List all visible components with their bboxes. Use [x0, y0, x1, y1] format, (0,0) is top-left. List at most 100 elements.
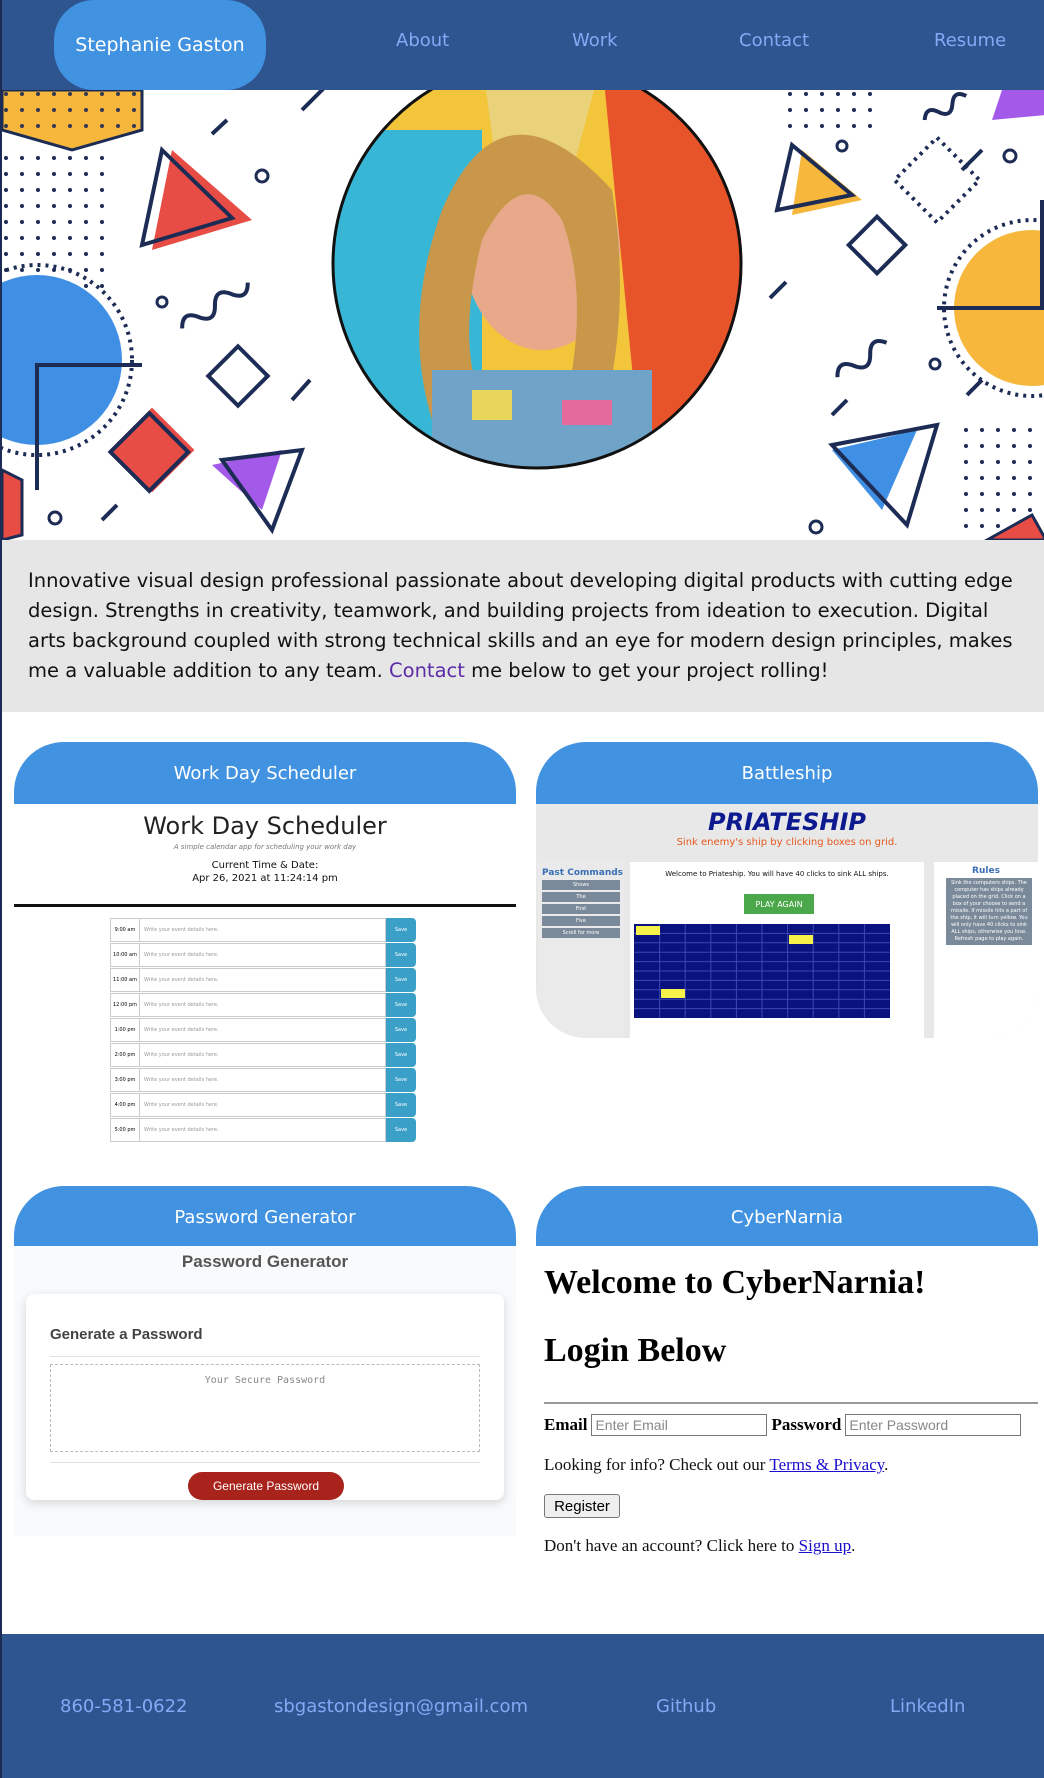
battleship-logo: PRIATESHIP [708, 808, 866, 836]
footer-github-link[interactable]: Github [656, 1696, 716, 1717]
signup-text: Don't have an account? Click here to Sig… [544, 1536, 856, 1555]
nav-link-work[interactable]: Work [572, 30, 618, 51]
event-input[interactable]: Write your event details here. [140, 1068, 386, 1092]
nav-link-about[interactable]: About [396, 30, 449, 51]
time-label: Current Time & Date: [211, 860, 319, 871]
game-grid[interactable] [634, 924, 890, 1018]
terms-privacy-link[interactable]: Terms & Privacy [769, 1455, 884, 1474]
register-button[interactable]: Register [544, 1494, 620, 1518]
info-text: Looking for info? Check out our Terms & … [544, 1455, 889, 1474]
project-preview-password-generator[interactable]: Password Generator Generate a Password Y… [14, 1246, 516, 1536]
hour-label: 12:00 pm [110, 993, 140, 1017]
password-box-title: Generate a Password [50, 1326, 203, 1343]
battleship-tagline: Sink enemy's ship by clicking boxes on g… [676, 837, 898, 848]
time-slot-row: 4:00 pm Write your event details here. Sav… [110, 1093, 416, 1117]
top-nav: Stephanie Gaston About Work Contact Resu… [2, 0, 1044, 90]
save-button[interactable]: Save [386, 993, 416, 1017]
project-preview-work-day-scheduler[interactable]: Work Day Scheduler A simple calendar app… [14, 804, 516, 1154]
play-again-button[interactable]: PLAY AGAIN [744, 894, 814, 914]
nav-link-resume[interactable]: Resume [934, 30, 1006, 51]
save-button[interactable]: Save [386, 968, 416, 992]
game-welcome: Welcome to Priateship. You will have 40 … [665, 870, 889, 878]
generate-password-button[interactable]: Generate Password [188, 1472, 344, 1500]
project-title-cybernarnia[interactable]: CyberNarnia [536, 1186, 1038, 1248]
command-item: Scroll for more [542, 928, 620, 938]
save-button[interactable]: Save [386, 943, 416, 967]
hero-banner [2, 90, 1044, 540]
divider [14, 904, 516, 907]
footer-email[interactable]: sbgastondesign@gmail.com [274, 1696, 528, 1717]
email-label: Email [544, 1415, 588, 1434]
project-title-work-day-scheduler[interactable]: Work Day Scheduler [14, 742, 516, 804]
save-button[interactable]: Save [386, 1118, 416, 1142]
contact-link[interactable]: Contact [389, 659, 465, 682]
save-button[interactable]: Save [386, 1068, 416, 1092]
event-input[interactable]: Write your event details here. [140, 1043, 386, 1067]
password-heading: Password Generator [181, 1252, 349, 1271]
scheduler-heading: Work Day Scheduler [143, 812, 387, 840]
hour-label: 9:00 am [110, 918, 140, 942]
rules-title: Rules [972, 866, 1000, 876]
signup-text-part: Don't have an account? Click here to [544, 1536, 799, 1555]
sign-up-link[interactable]: Sign up [799, 1536, 851, 1555]
scheduler-subtitle: A simple calendar app for scheduling you… [173, 843, 357, 851]
time-slot-row: 12:00 pm Write your event details here. Sa… [110, 993, 416, 1017]
password-card: Generate a Password Your Secure Password… [26, 1294, 504, 1500]
divider [544, 1402, 1038, 1404]
game-panel: Welcome to Priateship. You will have 40 … [630, 862, 924, 1038]
save-button[interactable]: Save [386, 1043, 416, 1067]
email-field[interactable]: Enter Email [591, 1414, 768, 1436]
time-slot-row: 10:00 am Write your event details here. Sa… [110, 943, 416, 967]
brand-button[interactable]: Stephanie Gaston [54, 0, 266, 90]
footer-phone[interactable]: 860-581-0622 [60, 1696, 188, 1717]
cyber-heading-welcome: Welcome to CyberNarnia! [544, 1264, 926, 1301]
cyber-heading-login: Login Below [544, 1332, 727, 1369]
time-slot-row: 9:00 am Write your event details here. Sav… [110, 918, 416, 942]
project-preview-battleship[interactable]: PRIATESHIP Sink enemy's ship by clicking… [536, 804, 1038, 1038]
rules-text: Sink the computers ships. The computer h… [946, 878, 1032, 945]
hour-label: 2:00 pm [110, 1043, 140, 1067]
project-title-battleship[interactable]: Battleship [536, 742, 1038, 804]
time-value: Apr 26, 2021 at 11:24:14 pm [192, 873, 338, 884]
info-text-part: Looking for info? Check out our [544, 1455, 770, 1474]
time-slot-row: 5:00 pm Write your event details here. Sav… [110, 1118, 416, 1142]
rules-panel: Rules Sink the computers ships. The comp… [934, 862, 1038, 1038]
event-input[interactable]: Write your event details here. [140, 1018, 386, 1042]
save-button[interactable]: Save [386, 1093, 416, 1117]
save-button[interactable]: Save [386, 1018, 416, 1042]
time-slot-row: 1:00 pm Write your event details here. Sav… [110, 1018, 416, 1042]
command-item: Shows [542, 880, 620, 890]
hour-label: 1:00 pm [110, 1018, 140, 1042]
event-input[interactable]: Write your event details here. [140, 943, 386, 967]
event-input[interactable]: Write your event details here. [140, 1093, 386, 1117]
hour-label: 11:00 am [110, 968, 140, 992]
password-output[interactable]: Your Secure Password [50, 1364, 480, 1452]
about-section: Innovative visual design professional pa… [2, 540, 1044, 712]
nav-link-contact[interactable]: Contact [739, 30, 809, 51]
save-button[interactable]: Save [386, 918, 416, 942]
footer-linkedin-link[interactable]: LinkedIn [890, 1696, 965, 1717]
time-slot-row: 3:00 pm Write your event details here. Sav… [110, 1068, 416, 1092]
past-commands-panel: Past Commands Shows The First Five Scrol… [538, 862, 624, 1038]
time-slot-row: 2:00 pm Write your event details here. Sav… [110, 1043, 416, 1067]
event-input[interactable]: Write your event details here. [140, 993, 386, 1017]
password-field[interactable]: Enter Password [845, 1414, 1022, 1436]
hero-pattern-image [2, 90, 1044, 540]
event-input[interactable]: Write your event details here. [140, 918, 386, 942]
about-text: Innovative visual design professional pa… [28, 566, 1020, 686]
project-title-password-generator[interactable]: Password Generator [14, 1186, 516, 1248]
divider [50, 1356, 480, 1357]
about-text-end: me below to get your project rolling! [464, 659, 829, 682]
hour-label: 3:00 pm [110, 1068, 140, 1092]
login-row: Email Enter Email Password Enter Passwor… [544, 1414, 1022, 1436]
divider [50, 1462, 480, 1463]
hour-label: 4:00 pm [110, 1093, 140, 1117]
password-label: Password [771, 1415, 842, 1434]
event-input[interactable]: Write your event details here. [140, 968, 386, 992]
event-input[interactable]: Write your event details here. [140, 1118, 386, 1142]
project-preview-cybernarnia[interactable]: Welcome to CyberNarnia! Login Below Emai… [536, 1246, 1038, 1566]
command-item: First [542, 904, 620, 914]
hour-label: 10:00 am [110, 943, 140, 967]
footer: 860-581-0622 sbgastondesign@gmail.com Gi… [2, 1634, 1044, 1778]
command-item: The [542, 892, 620, 902]
